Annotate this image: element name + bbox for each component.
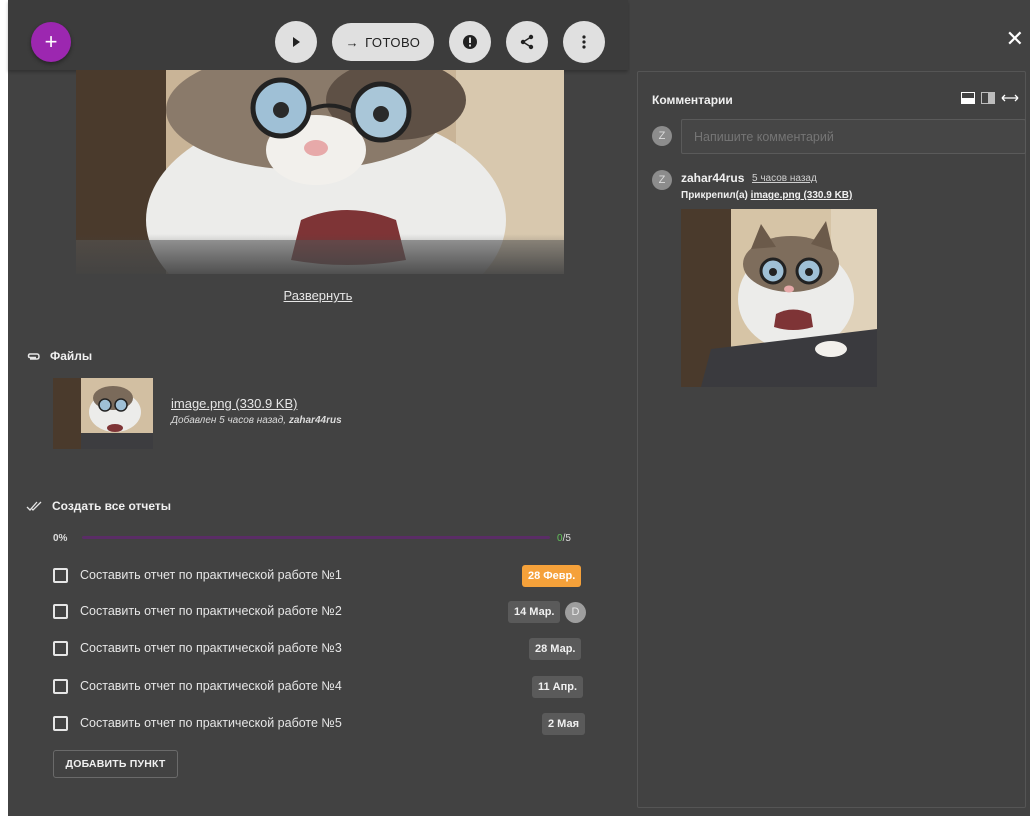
comment-attachment-link[interactable]: image.png (330.9 KB) <box>751 190 853 201</box>
files-section-title: Файлы <box>26 349 92 363</box>
due-date-badge[interactable]: 28 Февр. <box>522 565 582 587</box>
checklist-title: Создать все отчеты <box>52 499 171 513</box>
paperclip-icon <box>27 353 40 360</box>
expand-link[interactable]: Развернуть <box>8 288 628 303</box>
description-image <box>76 70 564 274</box>
comment-author-avatar[interactable]: Z <box>652 170 672 190</box>
checklist-item: Составить отчет по практической работе №… <box>53 601 593 625</box>
file-thumbnail[interactable] <box>53 378 153 449</box>
due-date-badge[interactable]: 11 Апр. <box>532 676 584 698</box>
checklist-progress-count: 0/5 <box>557 533 571 544</box>
double-check-icon <box>26 501 42 511</box>
close-icon[interactable]: ✕ <box>1006 28 1024 50</box>
comment-time-link[interactable]: 5 часов назад <box>752 173 817 184</box>
checklist-item-label[interactable]: Составить отчет по практической работе №… <box>80 716 342 730</box>
cat-thumbnail <box>53 378 153 449</box>
layout-bottom-icon[interactable] <box>961 92 975 104</box>
due-date-badge[interactable]: 2 Мая <box>542 713 586 735</box>
files-title: Файлы <box>50 349 93 363</box>
share-button[interactable] <box>506 21 548 63</box>
play-icon <box>293 37 300 47</box>
checklist-checkbox[interactable] <box>53 716 68 731</box>
checklist-checkbox[interactable] <box>53 604 68 619</box>
comment-author[interactable]: zahar44rus <box>681 171 744 185</box>
file-link[interactable]: image.png (330.9 KB) <box>171 396 297 411</box>
done-button[interactable]: → ГОТОВО <box>332 23 434 61</box>
checklist-checkbox[interactable] <box>53 641 68 656</box>
due-date-badge[interactable]: 28 Мар. <box>529 638 582 660</box>
layout-side-icon[interactable] <box>981 92 995 104</box>
more-button[interactable] <box>563 21 605 63</box>
card-detail-panel: + → ГОТОВО Развернуть Файлы image.png (3… <box>8 0 630 816</box>
comment-attachment-text: Прикрепил(а) image.png (330.9 KB) <box>681 190 853 201</box>
checklist-item: Составить отчет по практической работе №… <box>53 638 593 662</box>
done-button-label: ГОТОВО <box>365 34 421 50</box>
comment-attachment-image[interactable] <box>681 209 877 387</box>
arrow-right-icon: → <box>345 34 360 50</box>
checklist-checkbox[interactable] <box>53 568 68 583</box>
comments-layout-controls <box>961 92 1019 104</box>
comments-card: Комментарии Z Z zahar44rus 5 часов назад… <box>637 71 1026 808</box>
priority-button[interactable] <box>449 21 491 63</box>
checklist-item-label[interactable]: Составить отчет по практической работе №… <box>80 679 342 693</box>
image-fade <box>76 234 564 274</box>
cat-photo <box>681 209 877 387</box>
file-uploader: zahar44rus <box>288 415 342 426</box>
add-checklist-item-button[interactable]: ДОБАВИТЬ ПУНКТ <box>53 750 178 778</box>
checklist-item: Составить отчет по практической работе №… <box>53 565 593 589</box>
current-user-avatar: Z <box>652 126 672 146</box>
checklist-item: Составить отчет по практической работе №… <box>53 713 593 737</box>
card-toolbar: + → ГОТОВО <box>8 0 628 70</box>
more-vertical-icon <box>582 35 586 49</box>
checklist-progress-percent: 0% <box>53 533 68 544</box>
checklist-progress-bar <box>82 536 550 539</box>
checklist-item-label[interactable]: Составить отчет по практической работе №… <box>80 604 342 618</box>
add-button[interactable]: + <box>31 22 71 62</box>
play-button[interactable] <box>275 21 317 63</box>
checklist-section-title: Создать все отчеты <box>26 499 171 513</box>
share-icon <box>520 34 534 50</box>
checklist-item-label[interactable]: Составить отчет по практической работе №… <box>80 641 342 655</box>
file-meta: Добавлен 5 часов назад, zahar44rus <box>171 415 342 426</box>
checklist-item-label[interactable]: Составить отчет по практической работе №… <box>80 568 342 582</box>
comments-panel: ✕ Комментарии Z Z zahar44rus 5 часов наз… <box>630 0 1030 816</box>
due-date-badge[interactable]: 14 Мар. <box>508 601 561 623</box>
alert-icon <box>463 35 477 49</box>
comment-input[interactable] <box>681 119 1026 154</box>
checklist-item: Составить отчет по практической работе №… <box>53 676 593 700</box>
checklist-checkbox[interactable] <box>53 679 68 694</box>
comments-title: Комментарии <box>652 93 733 107</box>
assignee-avatar[interactable]: D <box>565 602 586 623</box>
expand-width-icon[interactable] <box>1001 93 1019 103</box>
